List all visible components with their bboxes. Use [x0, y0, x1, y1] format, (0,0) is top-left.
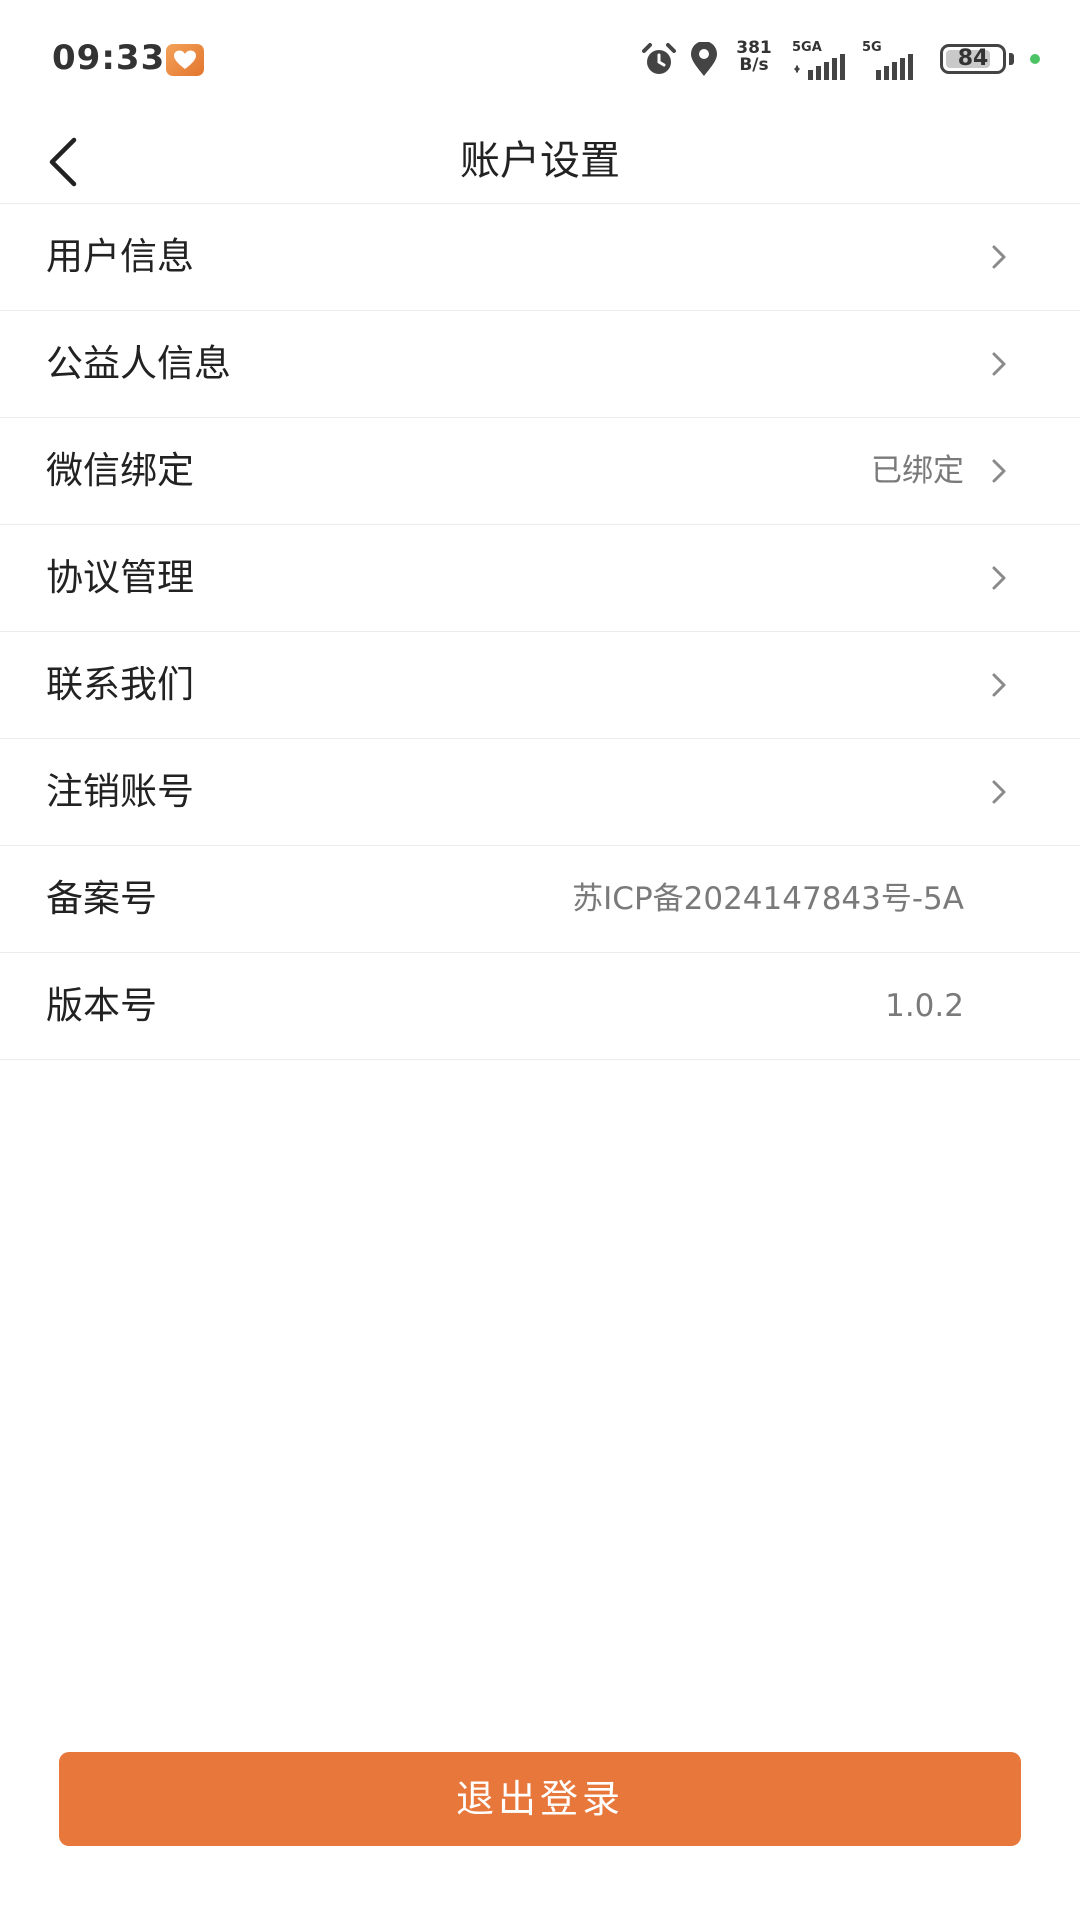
row-label: 联系我们: [46, 663, 194, 706]
logout-button[interactable]: 退出登录: [59, 1752, 1021, 1846]
chevron-right-icon: [992, 673, 1006, 697]
chevron-right-icon: [992, 459, 1006, 483]
row-delete-account[interactable]: 注销账号: [0, 739, 1080, 846]
status-dot: [1030, 54, 1040, 64]
row-label: 备案号: [46, 877, 157, 920]
sim2-type: 5G: [862, 40, 882, 55]
chevron-right-icon: [992, 352, 1006, 376]
battery-level: 84: [957, 46, 989, 71]
net-speed: 381 B/s: [732, 40, 776, 74]
chevron-right-icon: [992, 780, 1006, 804]
battery-tip: [1009, 53, 1014, 65]
net-speed-unit: B/s: [739, 55, 769, 75]
battery-icon: 84: [940, 44, 1006, 74]
row-agreements[interactable]: 协议管理: [0, 525, 1080, 632]
row-label: 注销账号: [46, 770, 194, 813]
wechat-status: 已绑定: [871, 453, 964, 489]
settings-list: 用户信息 公益人信息 微信绑定 已绑定 协议管理 联系我们 注销账号 备案号 苏…: [0, 204, 1080, 1060]
row-contact-us[interactable]: 联系我们: [0, 632, 1080, 739]
row-volunteer-info[interactable]: 公益人信息: [0, 311, 1080, 418]
alarm-icon: [642, 43, 676, 74]
row-label: 公益人信息: [46, 342, 231, 385]
sim2-signal: 5G: [862, 40, 913, 80]
status-bar: 09:33 381 B/s 5GA 5G 84: [0, 0, 1080, 118]
status-icons: 381 B/s 5GA 5G 84: [640, 40, 1060, 80]
signal-icon: [794, 54, 845, 80]
version-value: 1.0.2: [885, 988, 964, 1024]
sim1-signal: 5GA: [792, 40, 845, 80]
row-label: 版本号: [46, 984, 157, 1027]
chevron-right-icon: [992, 245, 1006, 269]
status-time: 09:33: [52, 38, 166, 78]
account-settings-screen: 09:33 381 B/s 5GA 5G 84 账户设置 用户信息 公益人信息 …: [0, 0, 1080, 1920]
nav-header: 账户设置: [0, 118, 1080, 204]
row-wechat-binding[interactable]: 微信绑定 已绑定: [0, 418, 1080, 525]
row-version: 版本号 1.0.2: [0, 953, 1080, 1060]
page-title: 账户设置: [460, 138, 620, 184]
sim1-type: 5GA: [792, 40, 822, 55]
signal-icon: [876, 54, 913, 80]
row-icp-record: 备案号 苏ICP备2024147843号-5A: [0, 846, 1080, 953]
location-icon: [691, 42, 717, 76]
row-label: 用户信息: [46, 235, 194, 278]
chevron-left-icon: [49, 137, 77, 187]
app-badge-icon: [166, 44, 204, 76]
chevron-right-icon: [992, 566, 1006, 590]
back-button[interactable]: [38, 130, 98, 190]
row-user-info[interactable]: 用户信息: [0, 204, 1080, 311]
row-label: 微信绑定: [46, 449, 194, 492]
icp-record-value: 苏ICP备2024147843号-5A: [572, 881, 964, 917]
row-label: 协议管理: [46, 556, 194, 599]
